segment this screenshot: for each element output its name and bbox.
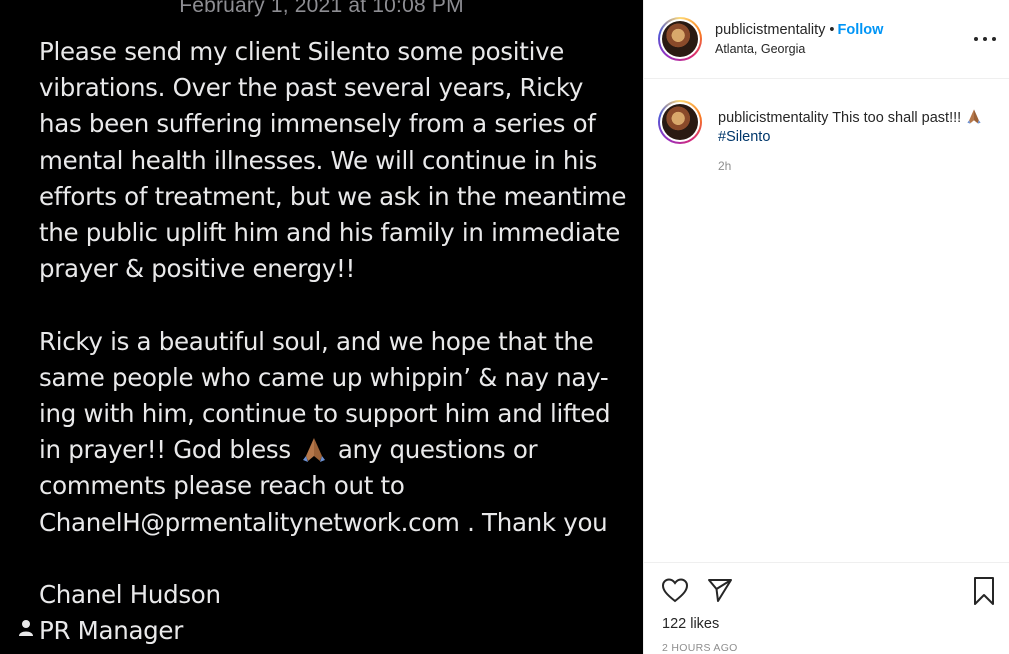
signature-name: Chanel Hudson [39, 580, 221, 610]
location-link[interactable]: Atlanta, Georgia [715, 42, 805, 56]
hashtag-link[interactable]: #Silento [718, 129, 770, 145]
post-image-paragraph-1: Please send my client Silento some posit… [39, 37, 627, 284]
folded-hands-emoji-icon [965, 107, 985, 128]
header-user-row: publicistmentality • Follow [715, 22, 883, 38]
caption-body: This too shall past!!! [832, 110, 962, 126]
post-time-ago[interactable]: 2 HOURS AGO [662, 642, 738, 654]
post-image-text: Please send my client Silento some posit… [39, 34, 629, 649]
folded-hands-emoji-icon [298, 432, 330, 468]
user-glyph-icon [19, 620, 33, 636]
post-image-paragraph-2: Ricky is a beautiful soul, and we hope t… [39, 324, 629, 541]
post-side-panel: publicistmentality • Follow Atlanta, Georg… [643, 0, 1009, 654]
caption-avatar[interactable] [658, 100, 702, 144]
avatar[interactable] [658, 17, 702, 61]
post-header: publicistmentality • Follow Atlanta, Georg… [644, 0, 1009, 79]
header-username-link[interactable]: publicistmentality [715, 22, 825, 38]
post-actions: 122 likes 2 HOURS AGO [644, 562, 1009, 654]
caption-username-link[interactable]: publicistmentality [718, 110, 828, 126]
separator-dot: • [829, 22, 835, 38]
more-options-icon[interactable] [974, 30, 996, 48]
send-icon[interactable] [706, 576, 734, 604]
post-image-date: February 1, 2021 at 10:08 PM [179, 0, 464, 17]
bookmark-icon[interactable] [972, 576, 996, 606]
post-image[interactable]: February 1, 2021 at 10:08 PM Please send… [0, 0, 643, 654]
caption-text: publicistmentality This too shall past!!… [718, 107, 998, 147]
signature-title: PR Manager [39, 616, 183, 646]
follow-button[interactable]: Follow [838, 22, 884, 38]
heart-icon[interactable] [661, 577, 689, 603]
likes-count[interactable]: 122 likes [662, 616, 719, 632]
caption-time[interactable]: 2h [718, 159, 731, 173]
